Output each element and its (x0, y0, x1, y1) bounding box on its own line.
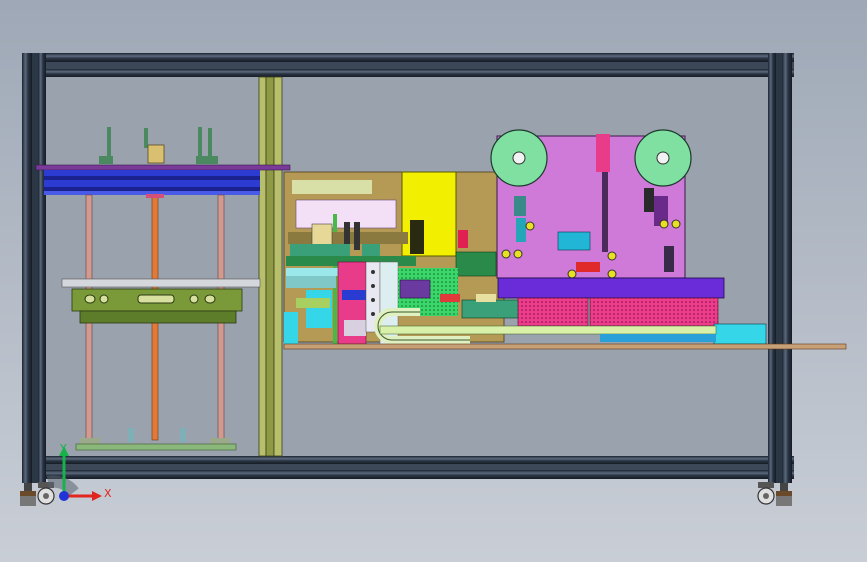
caster-wheels (37, 482, 775, 505)
frame-left-posts (22, 53, 46, 483)
frame-top-rail (22, 53, 794, 77)
processing-module (283, 171, 525, 347)
frame-center-column (258, 76, 283, 457)
x-axis-label: X (104, 487, 112, 500)
frame-right-posts (768, 53, 792, 483)
y-axis-label: Y (59, 442, 67, 455)
frame-bottom-rail (22, 456, 794, 479)
leveling-feet (20, 483, 792, 506)
cad-viewport[interactable]: Y X (0, 0, 867, 562)
machine-assembly-drawing: Y X (20, 53, 847, 506)
